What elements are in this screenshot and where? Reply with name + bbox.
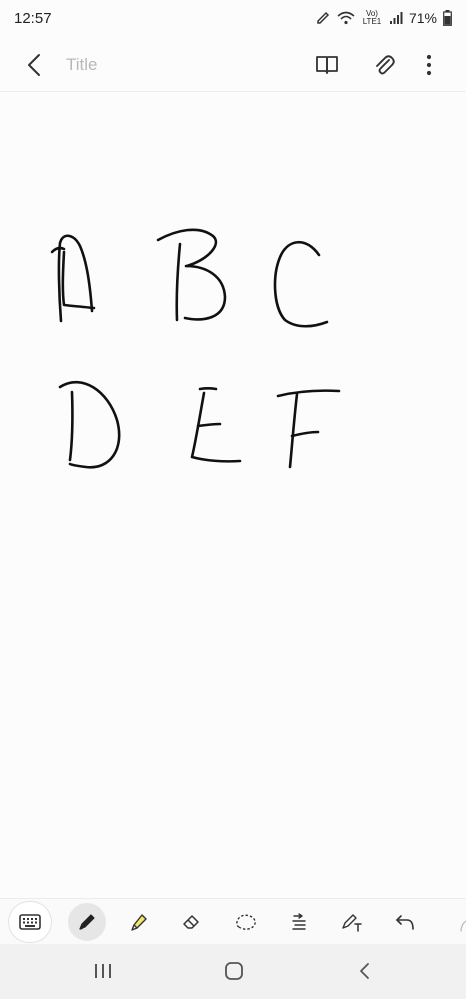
pen-tool-button[interactable] <box>68 903 106 941</box>
drawing-toolbar <box>0 898 466 945</box>
text-align-tool-button[interactable] <box>280 903 318 941</box>
handwritten-letter-e <box>198 386 218 391</box>
battery-icon <box>443 10 452 26</box>
lasso-icon <box>236 914 256 930</box>
pen-to-text-button[interactable] <box>333 903 371 941</box>
recents-button[interactable] <box>86 956 120 986</box>
highlighter-icon <box>131 914 147 931</box>
redo-icon-partial <box>460 920 466 932</box>
nav-back-button[interactable] <box>348 956 382 986</box>
undo-button[interactable] <box>386 903 424 941</box>
back-arrow-icon <box>28 54 40 76</box>
network-label: Vo) LTE1 <box>362 9 382 26</box>
handwriting-layer <box>50 228 341 469</box>
text-align-icon <box>292 913 306 930</box>
keyboard-button[interactable] <box>9 902 51 942</box>
status-bar: 12:57 Vo) LTE1 71% <box>0 0 466 36</box>
wifi-icon <box>337 11 355 25</box>
home-icon <box>225 962 243 980</box>
app-bar <box>0 36 466 92</box>
home-button[interactable] <box>217 956 251 986</box>
handwritten-letter-c <box>273 240 329 328</box>
status-time: 12:57 <box>14 9 52 27</box>
battery-percent: 71% <box>408 10 437 26</box>
handwritten-letter-b <box>156 228 218 268</box>
nav-back-icon <box>360 963 369 979</box>
edit-pen-icon <box>317 11 330 24</box>
eraser-icon <box>183 915 199 929</box>
book-icon <box>316 56 338 74</box>
eraser-tool-button[interactable] <box>173 903 211 941</box>
attach-button[interactable] <box>367 48 401 82</box>
system-nav-bar <box>0 944 466 999</box>
more-options-button[interactable] <box>412 48 446 82</box>
pen-text-icon <box>342 914 362 932</box>
title-input[interactable] <box>64 50 268 80</box>
highlighter-tool-button[interactable] <box>120 903 158 941</box>
handwritten-letter-d <box>58 380 121 469</box>
pen-icon <box>79 914 95 930</box>
lasso-tool-button[interactable] <box>227 903 265 941</box>
handwritten-letter-f <box>276 389 341 398</box>
reading-mode-button[interactable] <box>310 48 344 82</box>
keyboard-icon <box>19 914 41 930</box>
recents-icon <box>95 964 111 978</box>
undo-icon <box>396 915 414 930</box>
more-vert-icon <box>426 54 432 76</box>
back-button[interactable] <box>18 48 52 82</box>
attach-icon <box>376 55 395 75</box>
signal-icon <box>389 12 403 24</box>
drawing-canvas[interactable] <box>0 93 466 898</box>
status-icons: Vo) LTE1 71% <box>315 10 452 26</box>
